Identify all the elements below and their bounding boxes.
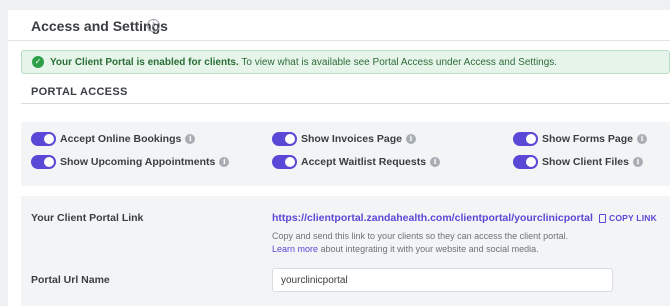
info-icon[interactable]: i — [632, 157, 643, 167]
section-divider — [21, 103, 670, 104]
toggle-label: Accept Online Bookings — [60, 133, 182, 145]
settings-panel: Access and Settings i ✓ Your Client Port… — [8, 10, 670, 306]
learn-more-link[interactable]: Learn more — [272, 244, 318, 254]
info-icon[interactable]: i — [147, 19, 160, 32]
help-line-2: Learn more about integrating it with you… — [272, 243, 568, 256]
portal-link-box: Your Client Portal Link https://clientpo… — [21, 196, 670, 306]
toggle-label: Show Forms Page — [542, 133, 634, 145]
check-circle-icon: ✓ — [32, 56, 44, 68]
toggle-switch[interactable] — [513, 155, 538, 169]
banner-strong-text: Your Client Portal is enabled for client… — [50, 57, 239, 68]
toggle-show-forms-page[interactable]: Show Forms Page i — [513, 131, 648, 147]
toggle-label: Show Invoices Page — [301, 133, 402, 145]
toggle-accept-online-bookings[interactable]: Accept Online Bookings i — [31, 131, 196, 147]
toggle-accept-waitlist-requests[interactable]: Accept Waitlist Requests i — [272, 154, 441, 170]
toggle-label: Show Client Files — [542, 156, 629, 168]
status-banner: ✓ Your Client Portal is enabled for clie… — [21, 50, 670, 74]
copy-link-label: COPY LINK — [609, 213, 657, 223]
info-icon[interactable]: i — [185, 134, 196, 144]
toggle-switch[interactable] — [31, 132, 56, 146]
info-icon[interactable]: i — [405, 134, 416, 144]
info-icon[interactable]: i — [219, 157, 230, 167]
copy-link-button[interactable]: COPY LINK — [599, 213, 657, 223]
toggle-label: Accept Waitlist Requests — [301, 156, 427, 168]
help-line-1: Copy and send this link to your clients … — [272, 231, 569, 241]
toggle-show-upcoming-appointments[interactable]: Show Upcoming Appointments i — [31, 154, 230, 170]
toggle-switch[interactable] — [31, 155, 56, 169]
toggle-label: Show Upcoming Appointments — [60, 156, 216, 168]
banner-message: Your Client Portal is enabled for client… — [50, 57, 557, 68]
toggle-show-client-files[interactable]: Show Client Files i — [513, 154, 643, 170]
info-icon[interactable]: i — [637, 134, 648, 144]
portal-url-name-input[interactable]: yourclinicportal — [272, 268, 613, 292]
banner-text: To view what is available see Portal Acc… — [238, 57, 558, 68]
section-title: PORTAL ACCESS — [31, 86, 128, 98]
toggle-show-invoices-page[interactable]: Show Invoices Page i — [272, 131, 416, 147]
portal-link-label: Your Client Portal Link — [31, 212, 144, 224]
portal-link-url[interactable]: https://clientportal.zandahealth.com/cli… — [272, 212, 593, 224]
toggle-switch[interactable] — [272, 132, 297, 146]
help-line-2-text: about integrating it with your website a… — [318, 244, 539, 254]
toggle-switch[interactable] — [513, 132, 538, 146]
toggle-switch[interactable] — [272, 155, 297, 169]
portal-link-help: Copy and send this link to your clients … — [272, 230, 568, 256]
portal-url-name-label: Portal Url Name — [31, 274, 110, 286]
page-header: Access and Settings i — [8, 10, 670, 41]
copy-icon — [599, 213, 606, 223]
portal-access-toggles: Accept Online Bookings i Show Upcoming A… — [21, 122, 670, 186]
info-icon[interactable]: i — [430, 157, 441, 167]
